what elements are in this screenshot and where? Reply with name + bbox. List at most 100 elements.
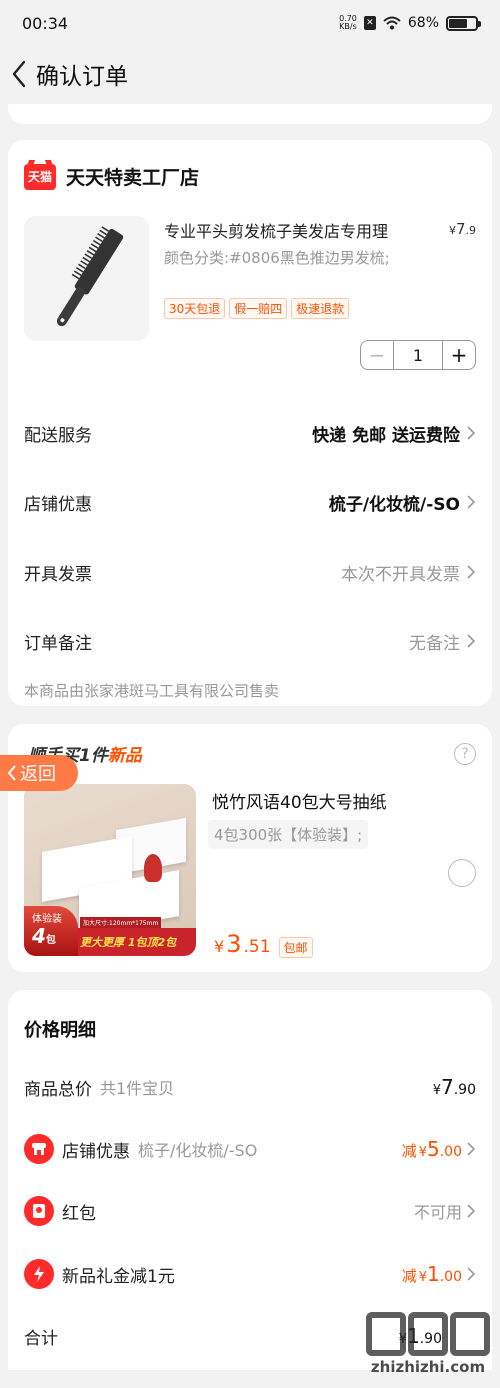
subtotal-amount: ¥7.90 bbox=[433, 1075, 476, 1099]
price-row-shop-discount[interactable]: 店铺优惠 梳子/化妆梳/-SO 减 ¥5.00 bbox=[24, 1132, 476, 1166]
quantity-value[interactable]: 1 bbox=[393, 341, 443, 369]
subtotal-integer: 7 bbox=[441, 1075, 454, 1099]
delivery-service-text: 快递 免邮 送运费险 bbox=[312, 425, 460, 446]
lightning-icon bbox=[24, 1259, 54, 1289]
nav-bar: 确认订单 bbox=[0, 46, 500, 102]
tmall-logo: 天猫 bbox=[24, 163, 56, 190]
shop-discount-decimal: .00 bbox=[439, 1144, 462, 1160]
delivery-service-value: 快递 免邮 送运费险 bbox=[312, 421, 476, 446]
service-tags: 30天包退 假一赔四 极速退款 bbox=[164, 298, 350, 319]
price-row-subtotal: 商品总价 共1件宝贝 ¥7.90 bbox=[24, 1070, 476, 1104]
image-badge-count: 4包 bbox=[32, 924, 56, 948]
recommended-product-title[interactable]: 悦竹风语40包大号抽纸 bbox=[212, 788, 387, 813]
invoice-value: 本次不开具发票 bbox=[341, 560, 476, 585]
shop-name: 天天特卖工厂店 bbox=[66, 167, 200, 189]
subtotal-label: 商品总价 bbox=[24, 1079, 92, 1100]
back-button[interactable] bbox=[4, 54, 34, 94]
chevron-right-icon bbox=[467, 1142, 476, 1156]
notification-mute-icon: ✕ bbox=[363, 16, 376, 30]
lightning-glyph bbox=[34, 1266, 44, 1282]
floating-back-button[interactable]: 返回 bbox=[0, 755, 78, 791]
shop-discount-value: 梳子/化妆梳/-SO bbox=[329, 490, 476, 515]
order-note-row[interactable]: 订单备注 无备注 bbox=[24, 626, 476, 656]
subtotal-decimal: .90 bbox=[453, 1082, 476, 1098]
image-badge-number: 4 bbox=[32, 924, 46, 948]
free-shipping-tag: 包邮 bbox=[278, 937, 313, 958]
shop-discount-row[interactable]: 店铺优惠 梳子/化妆梳/-SO bbox=[24, 487, 476, 517]
battery-fill bbox=[449, 18, 467, 28]
shop-header[interactable]: 天猫 天天特卖工厂店 bbox=[24, 163, 199, 190]
order-note-text: 无备注 bbox=[409, 633, 460, 654]
product-title[interactable]: 专业平头剪发梳子美发店专用理 bbox=[164, 218, 434, 242]
shop-discount-currency: ¥ bbox=[418, 1145, 427, 1160]
product-price: ¥7.9 bbox=[449, 220, 476, 238]
shop-discount-detail-right: 减 ¥5.00 bbox=[402, 1137, 476, 1161]
help-icon[interactable]: ? bbox=[454, 743, 476, 765]
package-figure-image bbox=[144, 854, 162, 882]
image-badge-label: 体验装 bbox=[32, 914, 62, 925]
shop-discount-detail-label: 店铺优惠 bbox=[62, 1141, 130, 1162]
seller-info: 本商品由张家港斑马工具有限公司售卖 bbox=[24, 682, 280, 700]
watermark-text: zhizhizhi.com bbox=[370, 1358, 486, 1376]
recommended-product-sku[interactable]: 4包300张【体验装】; bbox=[208, 820, 369, 849]
recommended-product-checkbox[interactable] bbox=[448, 859, 476, 887]
delivery-service-row[interactable]: 配送服务 快递 免邮 送运费险 bbox=[24, 418, 476, 448]
shop-discount-label: 店铺优惠 bbox=[24, 494, 92, 515]
price-currency: ¥ bbox=[448, 224, 456, 237]
price-row-shop-discount-left: 店铺优惠 梳子/化妆梳/-SO bbox=[24, 1134, 257, 1164]
rec-price-currency: ¥ bbox=[214, 937, 225, 956]
battery-icon bbox=[446, 15, 481, 31]
status-bar: 00:34 0.70 KB/s ✕ 68% bbox=[0, 0, 500, 46]
chevron-right-icon bbox=[467, 634, 476, 648]
shop-discount-integer: 5 bbox=[427, 1137, 440, 1161]
price-row-new-product-gift-left: 新品礼金减1元 bbox=[24, 1259, 175, 1289]
image-slogan: 更大更厚 1包顶2包 bbox=[80, 936, 177, 949]
invoice-row[interactable]: 开具发票 本次不开具发票 bbox=[24, 557, 476, 587]
price-integer: 7 bbox=[455, 220, 466, 238]
chevron-right-icon bbox=[467, 426, 476, 440]
recommendation-card: 顺手买1件新品 ? 加大尺寸:120mm*175mm 更大更厚 1包顶2包 体验… bbox=[8, 724, 492, 972]
floating-back-label: 返回 bbox=[20, 764, 56, 785]
discount-prefix: 减 bbox=[401, 1142, 417, 1160]
gift-integer: 1 bbox=[427, 1262, 440, 1286]
new-product-gift-right: 减 ¥1.00 bbox=[402, 1262, 476, 1286]
price-row-subtotal-left: 商品总价 共1件宝贝 bbox=[24, 1075, 174, 1100]
recommended-product-price: ¥3.51 包邮 bbox=[214, 930, 313, 958]
red-packet-label: 红包 bbox=[62, 1203, 96, 1224]
gift-decimal: .00 bbox=[439, 1269, 462, 1285]
invoice-label: 开具发票 bbox=[24, 564, 92, 585]
new-product-gift-amount: 减 ¥1.00 bbox=[402, 1262, 462, 1286]
image-pack-badge: 体验装 4包 bbox=[24, 906, 78, 956]
price-decimal: .9 bbox=[465, 224, 477, 237]
rec-price-integer: 3 bbox=[226, 930, 242, 958]
price-row-red-packet[interactable]: 红包 不可用 bbox=[24, 1194, 476, 1228]
shop-discount-detail-sub: 梳子/化妆梳/-SO bbox=[138, 1141, 258, 1160]
site-watermark: zhizhizhi.com bbox=[366, 1312, 490, 1376]
chevron-right-icon bbox=[467, 1267, 476, 1281]
recommended-product-image[interactable]: 加大尺寸:120mm*175mm 更大更厚 1包顶2包 体验装 4包 bbox=[24, 784, 196, 956]
price-row-red-packet-left: 红包 bbox=[24, 1196, 96, 1226]
product-image[interactable] bbox=[24, 216, 149, 341]
tmall-logo-text: 天猫 bbox=[27, 170, 52, 184]
invoice-text: 本次不开具发票 bbox=[341, 564, 460, 585]
price-row-new-product-gift[interactable]: 新品礼金减1元 减 ¥1.00 bbox=[24, 1257, 476, 1291]
tag-return-30-days: 30天包退 bbox=[164, 298, 226, 319]
new-product-gift-label: 新品礼金减1元 bbox=[62, 1266, 175, 1287]
image-badge-unit: 包 bbox=[45, 935, 56, 946]
image-size-text: 加大尺寸:120mm*175mm bbox=[80, 917, 162, 928]
order-note-label: 订单备注 bbox=[24, 633, 92, 654]
price-detail-title: 价格明细 bbox=[24, 1020, 96, 1041]
recommendation-header-accent: 新品 bbox=[107, 746, 142, 766]
network-speed: 0.70 KB/s bbox=[339, 15, 357, 31]
decrease-quantity-button[interactable]: − bbox=[361, 341, 393, 369]
red-packet-right: 不可用 bbox=[414, 1199, 476, 1223]
order-note-value: 无备注 bbox=[409, 629, 476, 654]
network-speed-unit: KB/s bbox=[339, 22, 357, 31]
increase-quantity-button[interactable]: + bbox=[443, 341, 475, 369]
rec-price-decimal: .51 bbox=[243, 937, 271, 957]
status-time: 00:34 bbox=[22, 13, 69, 33]
product-sku[interactable]: 颜色分类:#0806黑色推边男发梳; bbox=[164, 246, 424, 271]
chevron-left-icon bbox=[12, 60, 26, 88]
tag-fake-compensation: 假一赔四 bbox=[229, 298, 288, 319]
subtotal-currency: ¥ bbox=[432, 1083, 441, 1098]
